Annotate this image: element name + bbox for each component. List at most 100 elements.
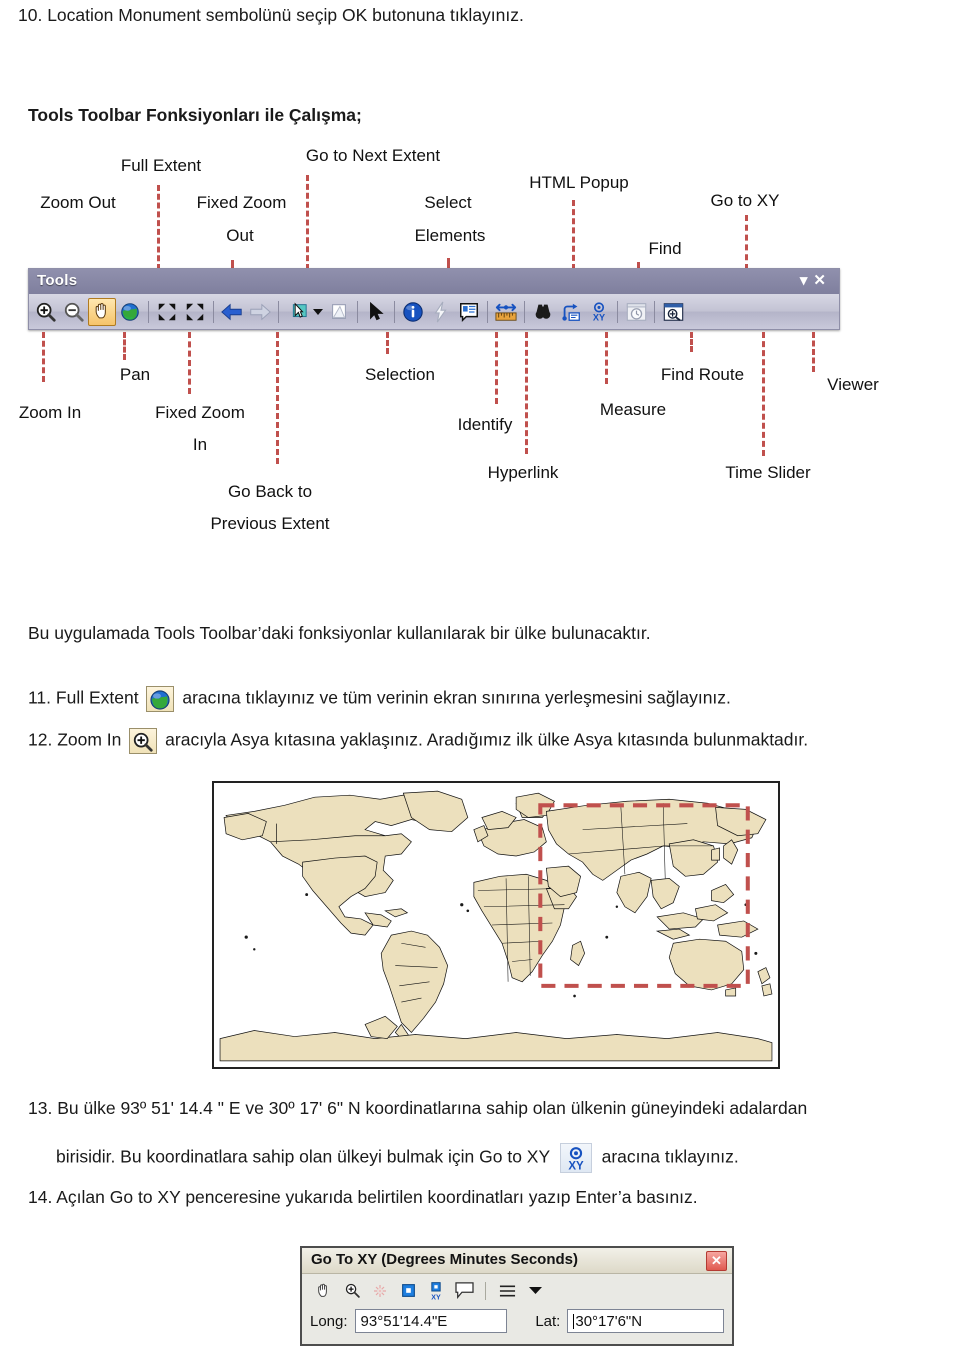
step-13-latitude: 30º 17' 6" N (268, 1098, 361, 1118)
step-13-text-a: Bu ülke (57, 1098, 116, 1118)
callout-find-route: Find Route (660, 365, 745, 384)
go-to-xy-icon[interactable]: XY (585, 298, 613, 326)
zoom-in-icon[interactable] (129, 728, 158, 754)
step-10-text: Location Monument sembolünü seçip OK but… (47, 5, 524, 25)
leader-line (762, 332, 765, 456)
callout-fixed-zoom: Fixed Zoom (155, 403, 245, 422)
callout-identify: Identify (457, 415, 513, 434)
step-14-tool-name: Go to XY (109, 1187, 181, 1207)
svg-text:XY: XY (593, 312, 605, 322)
world-map-svg (214, 783, 778, 1067)
go-to-xy-dialog[interactable]: Go To XY (Degrees Minutes Seconds) ✕ XY … (300, 1246, 734, 1346)
close-icon[interactable]: ✕ (706, 1251, 727, 1271)
toolbar-button-strip[interactable]: XY (29, 294, 839, 329)
page-section-heading: Tools Toolbar Fonksiyonları ile Çalışma; (28, 105, 362, 125)
leader-line (386, 332, 389, 354)
leader-line (495, 332, 498, 404)
chevron-down-icon[interactable]: ▾ (800, 272, 814, 289)
add-callout-icon[interactable] (450, 1278, 478, 1304)
go-to-xy-icon[interactable]: XY (559, 1143, 592, 1173)
world-map-figure (212, 781, 780, 1069)
leader-line (745, 215, 748, 270)
select-features-icon[interactable] (283, 298, 311, 326)
svg-text:XY: XY (568, 1160, 584, 1172)
find-route-icon[interactable] (557, 298, 585, 326)
step-13-number: 13. (28, 1098, 53, 1118)
zoom-in-icon[interactable] (32, 298, 60, 326)
callout-go-to-xy: Go to XY (710, 191, 780, 210)
add-labeled-point-icon[interactable]: XY (422, 1278, 450, 1304)
step-13-paragraph-line1: 13. Bu ülke 93º 51' 14.4 " E ve 30º 17' … (28, 1097, 807, 1119)
step-10-paragraph: 10. Location Monument sembolünü seçip OK… (18, 4, 524, 26)
leader-line (157, 185, 160, 270)
toolbar-separator (278, 300, 279, 323)
step-14-text-b: penceresine yukarıda belirtilen koordina… (185, 1187, 698, 1207)
flash-location-icon[interactable] (366, 1278, 394, 1304)
step-12-tool-name: Zoom In (57, 729, 122, 750)
go-to-xy-title-bar: Go To XY (Degrees Minutes Seconds) ✕ (302, 1248, 732, 1274)
fixed-zoom-out-icon[interactable] (181, 298, 209, 326)
step-12-text: aracıyla Asya kıtasına yaklaşınız. Aradı… (165, 729, 809, 750)
step-14-text-a: Açılan (56, 1187, 105, 1207)
step-10-number: 10. (18, 5, 43, 25)
callout-go-to-next-extent: Go to Next Extent (305, 146, 441, 165)
leader-line (525, 332, 528, 454)
toolbar-title-bar: Tools ▾✕ (29, 269, 839, 294)
callout-zoom-in: Zoom In (18, 403, 82, 422)
go-to-xy-toolbar[interactable]: XY (302, 1274, 732, 1307)
callout-pan: Pan (119, 365, 151, 384)
callout-out: Out (226, 226, 254, 245)
toolbar-separator (148, 300, 149, 323)
toolbar-separator (654, 300, 655, 323)
go-to-xy-coordinate-fields[interactable]: Long: 93°51'14.4"E Lat: 30°17'6"N (302, 1307, 732, 1333)
go-back-previous-extent-icon[interactable] (218, 298, 246, 326)
step-11-paragraph: 11. Full Extent aracına tıklayınız ve tü… (28, 686, 731, 712)
callout-html-popup: HTML Popup (529, 173, 629, 192)
leader-line (812, 332, 815, 372)
find-icon[interactable] (529, 298, 557, 326)
callout-previous-extent: Previous Extent (210, 514, 330, 533)
leader-line (123, 332, 126, 360)
go-next-extent-icon[interactable] (246, 298, 274, 326)
full-extent-icon[interactable] (146, 686, 175, 712)
identify-icon[interactable] (399, 298, 427, 326)
create-viewer-window-icon[interactable] (659, 298, 687, 326)
step-14-paragraph: 14. Açılan Go to XY penceresine yukarıda… (28, 1186, 698, 1208)
toolbar-window-buttons[interactable]: ▾✕ (800, 271, 832, 289)
menu-icon[interactable] (493, 1278, 521, 1304)
chevron-down-icon[interactable] (311, 298, 325, 326)
chevron-down-icon[interactable] (521, 1278, 549, 1304)
callout-measure: Measure (599, 400, 667, 419)
intro-paragraph: Bu uygulamada Tools Toolbar’daki fonksiy… (28, 623, 651, 643)
measure-icon[interactable] (492, 298, 520, 326)
callout-select: Select (424, 193, 472, 212)
zoom-in-icon[interactable] (338, 1278, 366, 1304)
pan-icon[interactable] (88, 297, 116, 326)
full-extent-icon[interactable] (116, 298, 144, 326)
select-elements-icon[interactable] (362, 298, 390, 326)
arcgis-tools-toolbar[interactable]: Tools ▾✕ XY (28, 268, 840, 330)
pan-icon[interactable] (310, 1278, 338, 1304)
zoom-out-icon[interactable] (60, 298, 88, 326)
longitude-input[interactable]: 93°51'14.4"E (354, 1309, 508, 1333)
leader-line (42, 332, 45, 382)
hyperlink-icon[interactable] (427, 298, 455, 326)
svg-text:XY: XY (431, 1293, 441, 1301)
step-14-number: 14. (28, 1187, 53, 1207)
callout-go-back-to: Go Back to (227, 482, 313, 501)
latitude-input[interactable]: 30°17'6"N (567, 1309, 724, 1333)
html-popup-icon[interactable] (455, 298, 483, 326)
callout-fixed-zoom: Fixed Zoom (196, 193, 287, 212)
close-icon[interactable]: ✕ (813, 272, 832, 289)
callout-elements: Elements (414, 226, 486, 245)
time-slider-icon[interactable] (622, 298, 650, 326)
add-point-icon[interactable] (394, 1278, 422, 1304)
leader-line (572, 200, 575, 270)
callout-find: Find (648, 239, 682, 258)
clear-selection-icon[interactable] (325, 298, 353, 326)
longitude-value: 93°51'14.4"E (360, 1312, 448, 1330)
toolbar-title: Tools (37, 272, 78, 289)
step-13-text-e: aracına tıklayınız. (601, 1146, 739, 1167)
fixed-zoom-in-icon[interactable] (153, 298, 181, 326)
toolbar-separator (617, 300, 618, 323)
